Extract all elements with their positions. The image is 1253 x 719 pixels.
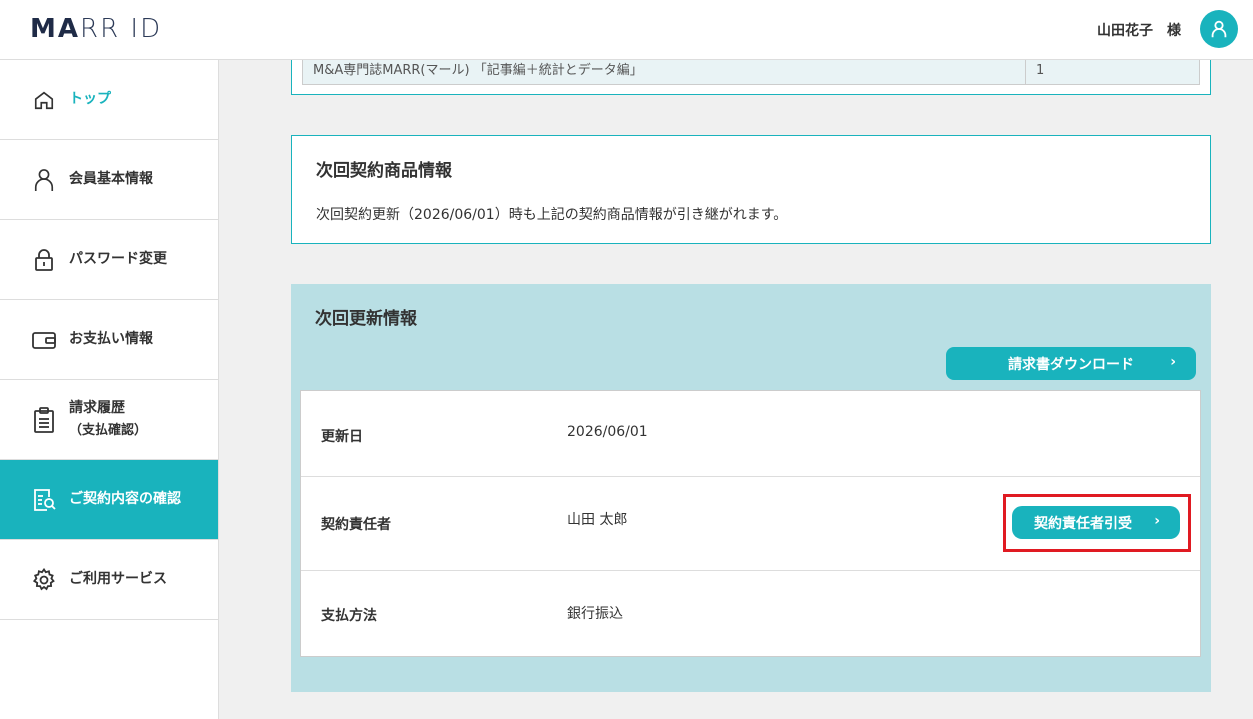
gear-icon [32,567,56,592]
sidebar-item-label: お支払い情報 [69,331,153,348]
clipboard-icon [32,406,56,433]
renewal-title: 次回更新情報 [315,309,417,329]
transfer-button-label: 契約責任者引受 [1034,515,1132,532]
billing-history-label: 請求履歴 [69,399,125,416]
table-row: 支払方法 銀行振込 [301,571,1200,656]
sidebar-item-billing-history[interactable]: 請求履歴 （支払確認） [0,380,218,460]
invoice-download-label: 請求書ダウンロード [1008,356,1134,373]
sidebar-item-label: 請求履歴 （支払確認） [69,397,147,442]
sidebar-item-label: ご利用サービス [69,571,167,588]
table-row: 更新日 2026/06/01 [301,391,1200,477]
user-avatar-icon[interactable] [1200,10,1238,48]
main-content: M&A専門誌MARR(マール) 「記事編＋統計とデータ編」 1 次回契約商品情報… [219,60,1253,719]
table-row: 契約責任者 山田 太郎 契約責任者引受 › [301,477,1200,571]
wallet-icon [32,328,56,352]
user-name: 山田花子 様 [1097,23,1181,39]
sidebar-item-password[interactable]: パスワード変更 [0,220,218,300]
home-icon [32,88,56,112]
invoice-download-button[interactable]: 請求書ダウンロード › [946,347,1196,380]
sidebar-item-payment[interactable]: お支払い情報 [0,300,218,380]
chevron-right-icon: › [1154,513,1160,529]
sidebar-item-label: パスワード変更 [69,251,167,268]
contract-manager-transfer-button[interactable]: 契約責任者引受 › [1012,506,1180,539]
payment-method-label: 支払方法 [321,608,377,624]
sidebar-item-label: トップ [69,91,111,108]
logo-bold-text: MA [30,14,80,44]
table-row: M&A専門誌MARR(マール) 「記事編＋統計とデータ編」 1 [302,60,1200,85]
sidebar-item-label: 会員基本情報 [69,171,153,188]
sidebar-item-label: ご契約内容の確認 [69,491,181,508]
header: MARR ID 山田花子 様 [0,0,1253,60]
next-product-text: 次回契約更新（2026/06/01）時も上記の契約商品情報が引き継がれます。 [316,207,788,223]
renewal-info-panel: 次回更新情報 請求書ダウンロード › 更新日 2026/06/01 契約責任者 … [291,284,1211,692]
contract-manager-value: 山田 太郎 [567,512,628,528]
sidebar: トップ 会員基本情報 パスワード変更 お支払い情報 請求履歴 （支払確認） ご契約… [0,60,219,719]
quantity-cell: 1 [1036,63,1045,78]
renewal-info-table: 更新日 2026/06/01 契約責任者 山田 太郎 契約責任者引受 › 支払方… [300,390,1201,657]
sidebar-item-services[interactable]: ご利用サービス [0,540,218,620]
marr-id-logo[interactable]: MARR ID [30,14,162,44]
next-product-title: 次回契約商品情報 [316,161,452,181]
next-product-info-card: 次回契約商品情報 次回契約更新（2026/06/01）時も上記の契約商品情報が引… [291,135,1211,244]
billing-history-sublabel: （支払確認） [69,423,148,439]
product-name-cell: M&A専門誌MARR(マール) 「記事編＋統計とデータ編」 [303,60,1026,84]
sidebar-item-member-info[interactable]: 会員基本情報 [0,140,218,220]
sidebar-item-contract[interactable]: ご契約内容の確認 [0,460,218,540]
chevron-right-icon: › [1170,354,1176,370]
lock-icon [32,248,56,272]
renewal-date-label: 更新日 [321,429,363,445]
payment-method-value: 銀行振込 [567,606,623,622]
contract-product-table: M&A専門誌MARR(マール) 「記事編＋統計とデータ編」 1 [291,60,1211,95]
logo-rest-text: RR ID [80,14,163,44]
contract-manager-label: 契約責任者 [321,517,391,533]
sidebar-item-top[interactable]: トップ [0,60,218,140]
person-icon [32,168,56,192]
renewal-date-value: 2026/06/01 [567,424,648,440]
contract-search-icon [32,488,56,512]
